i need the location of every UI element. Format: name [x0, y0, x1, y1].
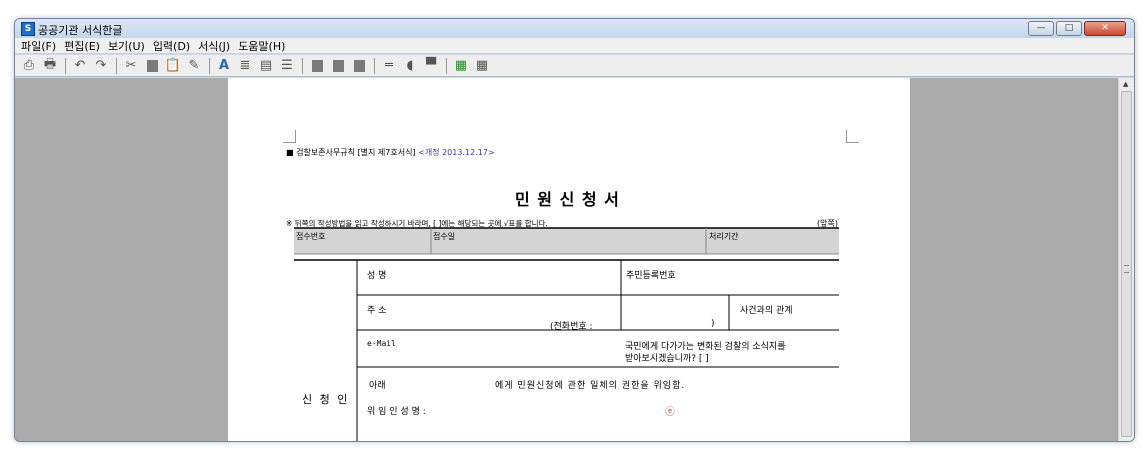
- print-preview-icon[interactable]: ⎙: [21, 58, 37, 74]
- line-icon[interactable]: ═: [381, 58, 397, 74]
- phone-close: ): [711, 319, 715, 329]
- scroll-up-icon[interactable]: ▲: [1123, 80, 1128, 88]
- address-label: 주 소: [367, 306, 387, 316]
- fill-icon[interactable]: ◖: [402, 58, 418, 74]
- close-icon: ✕: [1101, 23, 1109, 33]
- toolbar-separator: [209, 57, 210, 74]
- name-label: 성 명: [367, 271, 387, 281]
- menu-view[interactable]: 보기(U): [108, 38, 145, 54]
- toolbar-separator: [65, 57, 66, 74]
- toolbar-separator: [446, 57, 447, 74]
- print-icon[interactable]: 🖶: [42, 57, 58, 74]
- resident-number-label: 주민등록번호: [626, 271, 676, 281]
- email-label: e-Mail: [367, 339, 396, 348]
- menu-file[interactable]: 파일(F): [21, 38, 56, 54]
- delegation-prefix: 아래: [369, 381, 386, 391]
- vertical-scrollbar[interactable]: ▲: [1118, 78, 1134, 441]
- align-icon[interactable]: ≣: [237, 58, 253, 74]
- relation-label: 사건과의 관계: [740, 306, 793, 316]
- copy-icon[interactable]: [144, 58, 160, 74]
- delegator-label: 위 임 인 성 명 :: [367, 407, 426, 417]
- paste-icon[interactable]: 📋: [165, 58, 181, 74]
- maximize-button[interactable]: □: [1056, 21, 1082, 36]
- receipt-number-label: 접수번호: [296, 232, 326, 241]
- list-icon[interactable]: ☰: [279, 58, 295, 74]
- app-window: S 공공기관 서식한글 — □ ✕ 파일(F) 편집(E) 보기(U) 입력(D…: [14, 18, 1135, 442]
- block-b-icon[interactable]: [330, 58, 346, 74]
- minimize-button[interactable]: —: [1028, 21, 1054, 36]
- grid-icon[interactable]: ▦: [474, 58, 490, 74]
- menu-format[interactable]: 서식(J): [198, 38, 230, 54]
- close-button[interactable]: ✕: [1084, 21, 1126, 36]
- toolbar-separator: [116, 57, 117, 74]
- applicant-label: 신 청 인: [302, 393, 350, 406]
- redo-icon[interactable]: ↷: [93, 58, 109, 74]
- toolbar-separator: [374, 57, 375, 74]
- app-logo-icon: S: [21, 22, 35, 36]
- stamp-icon[interactable]: ▀: [423, 58, 439, 74]
- menu-bar: 파일(F) 편집(E) 보기(U) 입력(D) 서식(J) 도움말(H): [15, 38, 1134, 54]
- paste-special-icon[interactable]: ✎: [186, 58, 202, 74]
- title-bar[interactable]: S 공공기관 서식한글 — □ ✕: [15, 19, 1134, 38]
- minimize-icon: —: [1036, 23, 1046, 33]
- table-icon[interactable]: ▦: [453, 58, 469, 74]
- phone-label: (전화번호 :: [550, 322, 593, 332]
- newsletter-question-2: 받아보시겠습니까? [ ]: [625, 354, 709, 364]
- maximize-icon: □: [1064, 23, 1074, 33]
- block-c-icon[interactable]: [351, 58, 367, 74]
- undo-icon[interactable]: ↶: [72, 58, 88, 74]
- font-icon[interactable]: A: [216, 58, 232, 74]
- document-workspace: ■ 검찰보존사무규칙 [별지 제7호서식] <개정 2013.12.17> 민 …: [15, 78, 1118, 441]
- block-a-icon[interactable]: [309, 58, 325, 74]
- delegation-text: 에게 민원신청에 관한 일체의 권한을 위임함.: [495, 381, 686, 391]
- menu-edit[interactable]: 편집(E): [64, 38, 100, 54]
- scrollbar-thumb[interactable]: [1121, 91, 1132, 437]
- window-title: 공공기관 서식한글: [38, 24, 123, 37]
- processing-period-label: 처리기간: [709, 232, 739, 241]
- style-icon[interactable]: ▤: [258, 58, 274, 74]
- menu-input[interactable]: 입력(D): [153, 38, 190, 54]
- seal-icon: ⓔ: [665, 407, 675, 418]
- menu-help[interactable]: 도움말(H): [238, 38, 285, 54]
- receipt-date-label: 접수일: [433, 232, 456, 241]
- cut-icon[interactable]: ✂: [123, 58, 139, 74]
- scroll-grip-icon: [1124, 265, 1129, 273]
- document-page[interactable]: ■ 검찰보존사무규칙 [별지 제7호서식] <개정 2013.12.17> 민 …: [228, 78, 910, 441]
- toolbar-separator: [302, 57, 303, 74]
- toolbar: ⎙ 🖶 ↶ ↷ ✂ 📋 ✎ A ≣ ▤ ☰ ═ ◖ ▀ ▦ ▦: [15, 55, 1134, 77]
